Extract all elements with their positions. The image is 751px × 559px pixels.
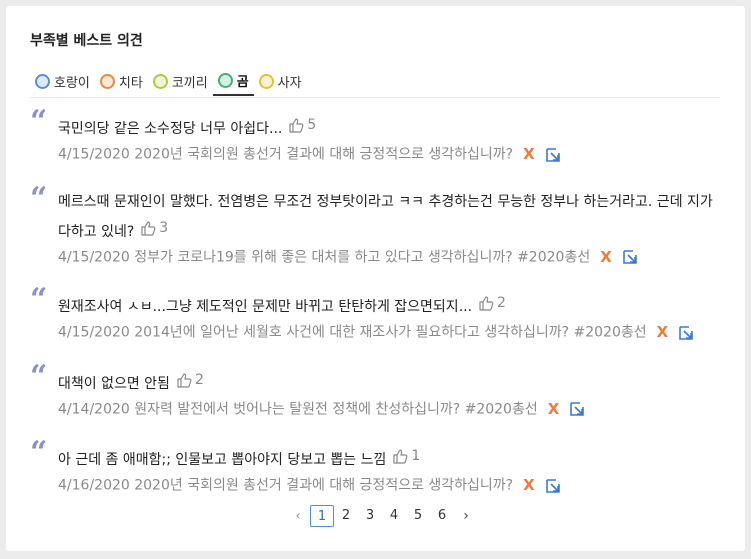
page-3-button[interactable]: 3 [358, 505, 382, 527]
page-2-button[interactable]: 2 [334, 505, 358, 527]
like-count: 5 [307, 117, 317, 133]
thumbs-up-icon [288, 117, 304, 133]
thumbs-up-icon [392, 448, 408, 464]
opinion-list: “ 국민의당 같은 소수정당 너무 아쉽다... 5 4/15/2020 2020년 … [30, 107, 720, 520]
tab-label: 사자 [277, 75, 302, 91]
list-item: “ 원재조사여 ㅅㅂ...그냥 제도적인 문제만 바뀌고 탄탄하게 잡으면되지..… [30, 285, 720, 346]
quote-icon: “ [30, 180, 48, 216]
opinion-source: 4/15/2020 정부가 코로나19를 위해 좋은 대처를 하고 있다고 생각… [58, 249, 591, 265]
opinion-meta: 4/16/2020 2020년 국회의원 총선거 결과에 대해 긍정적으로 생각… [58, 473, 720, 499]
like-count: 2 [497, 295, 506, 311]
lion-icon [258, 73, 274, 89]
tab-label: 호랑이 [54, 75, 90, 91]
page-1-button[interactable]: 1 [310, 505, 334, 527]
external-link-icon[interactable] [545, 478, 561, 494]
prev-page-icon[interactable]: ‹ [286, 505, 310, 527]
thumbs-up-icon [478, 295, 494, 311]
tiger-icon [35, 73, 50, 89]
widget-title: 부족별 베스트 의견 [30, 33, 143, 49]
quote-icon: “ [30, 282, 48, 317]
external-link-icon[interactable] [545, 147, 561, 163]
like-count: 3 [159, 219, 169, 236]
opinion-text-line: 국민의당 같은 소수정당 너무 아쉽다... 5 [58, 112, 720, 142]
like-button[interactable]: 5 [288, 112, 316, 138]
list-item: “ 메르스때 문재인이 말했다. 전염병은 무조건 정부탓이라고 ㅋㅋ 추경하는건… [30, 183, 720, 271]
opinion-meta: 4/14/2020 원자력 발전에서 벗어나는 탈원전 정책에 찬성하십니까? … [58, 397, 720, 423]
opinion-source: 4/16/2020 2020년 국회의원 총선거 결과에 대해 긍정적으로 생각… [58, 477, 514, 494]
pagination: ‹ 1 2 3 4 5 6 › [286, 505, 478, 527]
quote-icon: “ [30, 435, 48, 470]
list-item: “ 국민의당 같은 소수정당 너무 아쉽다... 5 4/15/2020 2020년 … [30, 107, 720, 168]
like-count: 2 [194, 371, 204, 388]
tab-label: 코끼리 [171, 75, 208, 91]
tab-lion[interactable]: 사자 [254, 66, 307, 96]
opinion-text: 원재조사여 ㅅㅂ...그냥 제도적인 문제만 바뀌고 탄탄하게 잡으면되지... [58, 299, 473, 315]
page-5-button[interactable]: 5 [406, 505, 430, 527]
tab-label: 곰 [236, 74, 249, 90]
close-button[interactable]: X [657, 320, 669, 345]
opinion-text: 대책이 없으면 안됨 [58, 375, 170, 392]
opinion-text: 국민의당 같은 소수정당 너무 아쉽다... [58, 121, 283, 137]
opinion-meta: 4/15/2020 정부가 코로나19를 위해 좋은 대처를 하고 있다고 생각… [58, 245, 720, 271]
opinion-meta: 4/15/2020 2020년 국회의원 총선거 결과에 대해 긍정적으로 생각… [58, 142, 720, 168]
tribe-tabs: 호랑이 치타 코끼리 곰 사자 [30, 66, 720, 98]
opinion-source: 4/14/2020 원자력 발전에서 벗어나는 탈원전 정책에 찬성하십니까? … [58, 401, 538, 417]
tab-bear[interactable]: 곰 [212, 66, 254, 96]
quote-icon: “ [30, 358, 48, 394]
like-button[interactable]: 2 [478, 290, 506, 316]
list-item: “ 아 근데 좀 애매함;; 인물보고 뽑아야지 당보고 뽑는 느낌 1 4/16/2… [30, 438, 720, 499]
close-button[interactable]: X [523, 473, 535, 498]
opinion-source: 4/15/2020 2014년에 일어난 세월호 사건에 대한 재조사가 필요하… [58, 324, 647, 341]
best-opinions-card: 부족별 베스트 의견 호랑이 치타 코끼리 곰 사자 “ 국민의당 같은 소수정당 너무 … [6, 6, 745, 551]
cheetah-icon [99, 73, 115, 89]
like-button[interactable]: 2 [176, 367, 204, 393]
thumbs-up-icon [176, 372, 192, 388]
opinion-text-line: 대책이 없으면 안됨 2 [58, 367, 720, 397]
opinion-meta: 4/15/2020 2014년에 일어난 세월호 사건에 대한 재조사가 필요하… [58, 320, 720, 346]
opinion-text: 아 근데 좀 애매함;; 인물보고 뽑아야지 당보고 뽑는 느낌 [58, 452, 387, 468]
close-button[interactable]: X [523, 142, 535, 167]
like-count: 1 [411, 448, 421, 464]
page-6-button[interactable]: 6 [430, 505, 454, 527]
like-button[interactable]: 3 [140, 215, 168, 241]
bear-icon [217, 72, 233, 88]
elephant-icon [152, 73, 168, 89]
page-4-button[interactable]: 4 [382, 505, 406, 527]
opinion-text-line: 아 근데 좀 애매함;; 인물보고 뽑아야지 당보고 뽑는 느낌 1 [58, 443, 720, 473]
list-item: “ 대책이 없으면 안됨 2 4/14/2020 원자력 발전에서 벗어나는 탈원전 … [30, 361, 720, 423]
close-button[interactable]: X [600, 245, 612, 270]
tab-tiger[interactable]: 호랑이 [30, 66, 95, 96]
tab-elephant[interactable]: 코끼리 [148, 66, 213, 96]
external-link-icon[interactable] [569, 401, 585, 417]
close-button[interactable]: X [548, 397, 560, 422]
external-link-icon[interactable] [622, 249, 638, 265]
tab-label: 치타 [118, 75, 143, 91]
external-link-icon[interactable] [678, 325, 694, 341]
opinion-text-line: 메르스때 문재인이 말했다. 전염병은 무조건 정부탓이라고 ㅋㅋ 추경하는건 … [58, 189, 720, 245]
next-page-icon[interactable]: › [454, 505, 478, 527]
opinion-text-line: 원재조사여 ㅅㅂ...그냥 제도적인 문제만 바뀌고 탄탄하게 잡으면되지...… [58, 290, 720, 320]
opinion-source: 4/15/2020 2020년 국회의원 총선거 결과에 대해 긍정적으로 생각… [58, 146, 514, 163]
quote-icon: “ [30, 104, 48, 139]
like-button[interactable]: 1 [392, 443, 420, 469]
tab-cheetah[interactable]: 치타 [95, 66, 148, 96]
thumbs-up-icon [140, 220, 156, 236]
